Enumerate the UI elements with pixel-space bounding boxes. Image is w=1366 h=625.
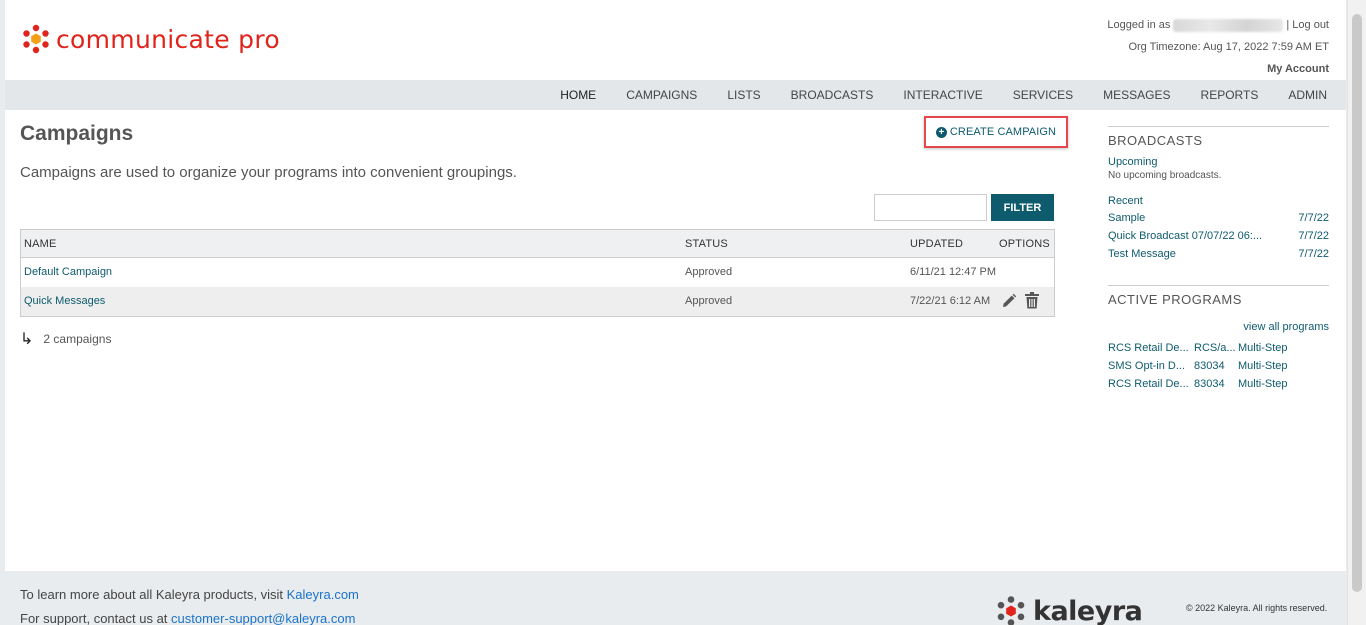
logo[interactable]: communicate pro <box>21 24 280 54</box>
main-nav: HOME CAMPAIGNS LISTS BROADCASTS INTERACT… <box>5 80 1346 110</box>
create-campaign-label: CREATE CAMPAIGN <box>949 126 1057 138</box>
program-name[interactable]: RCS Retail De... <box>1108 375 1194 393</box>
nav-admin[interactable]: ADMIN <box>1273 88 1342 102</box>
page: communicate pro Logged in as | Log out O… <box>5 0 1346 625</box>
column-header-status[interactable]: STATUS <box>685 238 728 250</box>
campaign-status: Approved <box>685 295 733 307</box>
footer: To learn more about all Kaleyra products… <box>5 571 1346 625</box>
sidebar: BROADCASTS Upcoming No upcoming broadcas… <box>1108 126 1329 393</box>
page-title: Campaigns <box>20 122 134 145</box>
broadcast-date: 7/7/22 <box>1298 248 1329 260</box>
campaign-updated: 6/11/21 12:47 PM <box>910 266 997 278</box>
nav-interactive[interactable]: INTERACTIVE <box>888 88 997 102</box>
nav-services[interactable]: SERVICES <box>998 88 1088 102</box>
recent-broadcast-item[interactable]: Sample 7/7/22 <box>1108 209 1329 227</box>
campaign-updated: 7/22/21 6:12 AM <box>910 295 991 307</box>
program-type: Multi-Step <box>1238 360 1288 372</box>
broadcast-date: 7/7/22 <box>1298 230 1329 242</box>
recent-link[interactable]: Recent <box>1108 193 1329 209</box>
recent-broadcast-item[interactable]: Quick Broadcast 07/07/22 06:... 7/7/22 <box>1108 227 1329 245</box>
nav-messages[interactable]: MESSAGES <box>1088 88 1185 102</box>
no-upcoming-text: No upcoming broadcasts. <box>1108 170 1222 181</box>
support-email-link[interactable]: customer-support@kaleyra.com <box>171 611 355 625</box>
column-header-name[interactable]: NAME <box>24 238 57 250</box>
kaleyra-logo-icon <box>997 596 1025 625</box>
program-name[interactable]: SMS Opt-in D... <box>1108 357 1194 375</box>
divider <box>1108 126 1329 127</box>
campaign-status: Approved <box>685 266 733 278</box>
page-description: Campaigns are used to organize your prog… <box>20 164 517 181</box>
nav-lists[interactable]: LISTS <box>712 88 775 102</box>
broadcast-name[interactable]: Sample <box>1108 209 1145 227</box>
view-all-programs-link[interactable]: view all programs <box>1108 319 1329 335</box>
recent-broadcast-item[interactable]: Test Message 7/7/22 <box>1108 245 1329 263</box>
divider <box>1108 285 1329 286</box>
table-row: Default Campaign Approved 6/11/21 12:47 … <box>21 258 1054 287</box>
program-code: RCS/a... <box>1194 342 1236 354</box>
my-account-link[interactable]: My Account <box>1267 63 1329 75</box>
table-header: NAME STATUS UPDATED OPTIONS <box>21 230 1054 258</box>
nav-reports[interactable]: REPORTS <box>1186 88 1274 102</box>
program-name[interactable]: RCS Retail De... <box>1108 339 1194 357</box>
program-code: 83034 <box>1194 360 1225 372</box>
create-campaign-button[interactable]: + CREATE CAMPAIGN <box>924 116 1068 148</box>
header: communicate pro Logged in as | Log out O… <box>5 0 1346 80</box>
nav-campaigns[interactable]: CAMPAIGNS <box>611 88 712 102</box>
learn-more-text: To learn more about all Kaleyra products… <box>20 587 287 602</box>
column-header-updated[interactable]: UPDATED <box>910 238 963 250</box>
plus-circle-icon: + <box>935 126 947 138</box>
program-type: Multi-Step <box>1238 378 1288 390</box>
support-text: For support, contact us at <box>20 611 172 625</box>
program-item[interactable]: RCS Retail De... RCS/a... Multi-Step <box>1108 339 1329 357</box>
broadcast-name[interactable]: Quick Broadcast 07/07/22 06:... <box>1108 227 1262 245</box>
filter-input[interactable] <box>874 194 987 221</box>
turn-arrow-icon: ↳ <box>20 331 34 348</box>
program-item[interactable]: RCS Retail De... 83034 Multi-Step <box>1108 375 1329 393</box>
campaign-count-text: 2 campaigns <box>43 332 112 346</box>
scrollbar-thumb[interactable] <box>1352 14 1362 592</box>
copyright: © 2022 Kaleyra. All rights reserved. <box>1186 603 1328 613</box>
upcoming-link[interactable]: Upcoming <box>1108 156 1329 168</box>
trash-icon[interactable] <box>1024 292 1040 312</box>
account-info: Logged in as | Log out Org Timezone: Aug… <box>1107 14 1329 80</box>
footer-text: To learn more about all Kaleyra products… <box>20 583 359 625</box>
kaleyra-logo: kaleyra <box>995 595 1143 625</box>
campaigns-table: NAME STATUS UPDATED OPTIONS Default Camp… <box>20 229 1055 317</box>
broadcast-name[interactable]: Test Message <box>1108 245 1176 263</box>
program-code: 83034 <box>1194 378 1225 390</box>
column-header-options: OPTIONS <box>999 238 1050 250</box>
campaign-name-link[interactable]: Quick Messages <box>24 295 105 307</box>
logout-link[interactable]: | Log out <box>1286 14 1329 36</box>
filter-button[interactable]: FILTER <box>991 194 1054 221</box>
kaleyra-wordmark: kaleyra <box>1033 595 1143 625</box>
pencil-icon[interactable] <box>1001 293 1017 312</box>
campaign-count: ↳ 2 campaigns <box>20 329 111 349</box>
org-timezone: Org Timezone: Aug 17, 2022 7:59 AM ET <box>1128 41 1329 53</box>
active-programs-heading: ACTIVE PROGRAMS <box>1108 292 1242 307</box>
logged-in-label: Logged in as <box>1107 19 1171 31</box>
program-item[interactable]: SMS Opt-in D... 83034 Multi-Step <box>1108 357 1329 375</box>
logo-text: communicate pro <box>56 24 280 54</box>
vertical-scrollbar[interactable] <box>1347 0 1366 625</box>
broadcasts-heading: BROADCASTS <box>1108 133 1203 148</box>
campaign-name-link[interactable]: Default Campaign <box>24 266 112 278</box>
communicate-pro-logo-icon <box>23 24 49 54</box>
username-redacted <box>1173 18 1284 32</box>
broadcast-date: 7/7/22 <box>1298 212 1329 224</box>
kaleyra-site-link[interactable]: Kaleyra.com <box>287 587 359 602</box>
table-row: Quick Messages Approved 7/22/21 6:12 AM <box>21 287 1054 316</box>
nav-broadcasts[interactable]: BROADCASTS <box>776 88 889 102</box>
main-content: Campaigns + CREATE CAMPAIGN Campaigns ar… <box>5 110 1346 571</box>
program-type: Multi-Step <box>1238 342 1288 354</box>
nav-home[interactable]: HOME <box>545 88 611 102</box>
